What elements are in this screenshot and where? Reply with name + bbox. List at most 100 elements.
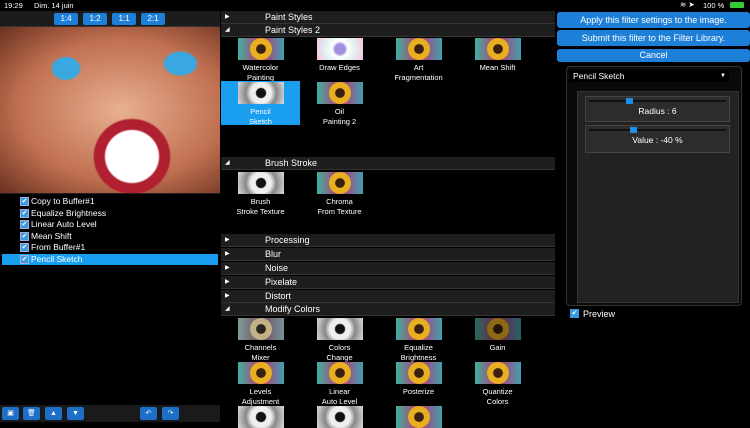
filter-stack-item[interactable]: ✔ Copy to Buffer#1: [2, 196, 218, 207]
zoom-1-4-button[interactable]: 1:4: [54, 13, 78, 25]
category-noise[interactable]: ▶ Noise: [221, 262, 555, 275]
thumbnail: [237, 318, 284, 340]
label: Chroma: [326, 197, 353, 206]
thumbnail: [316, 406, 363, 428]
move-up-icon[interactable]: ▲: [45, 407, 62, 420]
category-title: Brush Stroke: [265, 158, 318, 168]
value-label: Value : -40 %: [632, 135, 683, 145]
category-title: Blur: [265, 249, 282, 259]
thumbnail: [237, 82, 284, 104]
label: Stroke Texture: [236, 207, 285, 216]
filter-channels-mixer[interactable]: Channels Mixer: [221, 317, 300, 362]
filter-stack-item[interactable]: ✔ Linear Auto Level: [2, 219, 218, 230]
filter-stack-item[interactable]: ✔ Mean Shift: [2, 231, 218, 242]
filter-linear-auto-level[interactable]: Linear Auto Level: [300, 361, 379, 406]
filter-chroma-from-texture[interactable]: Chroma From Texture: [300, 171, 379, 216]
collapsed-icon: ▶: [225, 265, 230, 271]
filter-select-value: Pencil Sketch: [573, 71, 625, 81]
category-distort[interactable]: ▶ Distort: [221, 290, 555, 303]
filter-art-fragmentation[interactable]: Art Fragmentation: [379, 37, 458, 82]
filter-draw-edges[interactable]: Draw Edges: [300, 37, 379, 81]
expanded-icon: ◢: [225, 306, 230, 312]
label: Sketch: [249, 117, 272, 126]
zoom-1-2-button[interactable]: 1:2: [83, 13, 107, 25]
category-title: Paint Styles 2: [265, 25, 321, 35]
checkbox[interactable]: ✔: [20, 208, 29, 218]
undo-icon[interactable]: ↶: [140, 407, 157, 420]
cancel-button[interactable]: Cancel: [557, 49, 750, 62]
apply-button[interactable]: Apply this filter settings to the image.: [557, 12, 750, 28]
filter-stack-item[interactable]: ✔ From Buffer#1: [2, 242, 218, 253]
wifi-icon: ≋ ➤: [680, 0, 695, 9]
thumbnail: [395, 362, 442, 384]
label: Art: [413, 63, 424, 72]
filter-mean-shift[interactable]: Mean Shift: [458, 37, 537, 81]
slider-knob[interactable]: [625, 98, 633, 104]
category-title: Noise: [265, 263, 289, 273]
label: From Texture: [317, 207, 362, 216]
trash-icon[interactable]: 🗑: [23, 407, 40, 420]
category-paint-styles-2[interactable]: ◢ Paint Styles 2: [221, 24, 555, 37]
collapsed-icon: ▶: [225, 237, 230, 243]
category-processing[interactable]: ▶ Processing: [221, 234, 555, 247]
label: Brush: [250, 197, 271, 206]
checkbox[interactable]: ✔: [20, 197, 29, 206]
filter-oil-painting-2[interactable]: Oil Painting 2: [300, 81, 379, 126]
label: Equalize: [404, 343, 433, 352]
thumbnail: [395, 318, 442, 340]
category-pixelate[interactable]: ▶ Pixelate: [221, 276, 555, 289]
label: Fragmentation: [394, 73, 443, 82]
thumbnail: [237, 38, 284, 60]
filter-select[interactable]: Pencil Sketch ▼: [569, 70, 729, 82]
parameters-box: Radius : 6 Value : -40 %: [577, 91, 739, 303]
filter-quantize-colors[interactable]: Quantize Colors: [458, 361, 537, 406]
redo-icon[interactable]: ↷: [162, 407, 179, 420]
checkbox[interactable]: ✔: [20, 254, 29, 264]
slider-knob[interactable]: [630, 127, 638, 133]
label: Channels: [244, 343, 277, 352]
filter-partial[interactable]: [300, 405, 379, 428]
filter-gain[interactable]: Gain: [458, 317, 537, 361]
label: Quantize: [482, 387, 513, 396]
category-title: Distort: [265, 291, 292, 301]
preview-checkbox[interactable]: ✔: [570, 309, 579, 318]
status-time: 19:29: [4, 1, 23, 10]
filter-watercolor-painting[interactable]: Watercolor Painting: [221, 37, 300, 82]
preview-label: Preview: [583, 309, 616, 319]
category-brush-stroke[interactable]: ◢ Brush Stroke: [221, 157, 555, 170]
category-title: Pixelate: [265, 277, 298, 287]
category-modify-colors[interactable]: ◢ Modify Colors: [221, 303, 555, 316]
category-paint-styles[interactable]: ▶ Paint Styles: [221, 11, 555, 24]
thumbnail: [474, 362, 521, 384]
filter-posterize[interactable]: Posterize: [379, 361, 458, 405]
collapsed-icon: ▶: [225, 14, 230, 20]
item-label: Linear Auto Level: [31, 219, 97, 229]
filter-settings: Pencil Sketch ▼ Radius : 6 Value : -40 %: [566, 66, 742, 306]
filter-brush-stroke-texture[interactable]: Brush Stroke Texture: [221, 171, 300, 216]
submit-button[interactable]: Submit this filter to the Filter Library…: [557, 30, 750, 46]
battery-icon: [730, 2, 744, 8]
zoom-1-1-button[interactable]: 1:1: [112, 13, 136, 25]
filter-partial[interactable]: [379, 405, 458, 428]
checkbox[interactable]: ✔: [20, 243, 29, 252]
duplicate-icon[interactable]: ▣: [2, 407, 19, 420]
value-slider[interactable]: [589, 127, 726, 133]
image-preview[interactable]: [0, 27, 220, 193]
item-label: Equalize Brightness: [31, 207, 107, 218]
checkbox[interactable]: ✔: [20, 231, 29, 241]
filter-stack-item-selected[interactable]: ✔ Pencil Sketch: [2, 253, 218, 265]
zoom-2-1-button[interactable]: 2:1: [141, 13, 165, 25]
filter-library: ▶ Paint Styles ◢ Paint Styles 2 Watercolor…: [221, 11, 555, 428]
item-label: Copy to Buffer#1: [31, 196, 95, 206]
filter-colors-change[interactable]: Colors Change: [300, 317, 379, 362]
radius-slider[interactable]: [589, 98, 726, 104]
filter-levels-adjustment[interactable]: Levels Adjustment: [221, 361, 300, 406]
filter-partial[interactable]: [221, 405, 300, 428]
category-blur[interactable]: ▶ Blur: [221, 248, 555, 261]
left-panel: 1:4 1:2 1:1 2:1 ✔ Copy to Buffer#1 ✔ Equal…: [0, 11, 220, 422]
move-down-icon[interactable]: ▼: [67, 407, 84, 420]
checkbox[interactable]: ✔: [20, 220, 29, 229]
filter-stack-item[interactable]: ✔ Equalize Brightness: [2, 208, 218, 219]
filter-pencil-sketch[interactable]: Pencil Sketch: [221, 81, 300, 126]
filter-equalize-brightness[interactable]: Equalize Brightness: [379, 317, 458, 362]
